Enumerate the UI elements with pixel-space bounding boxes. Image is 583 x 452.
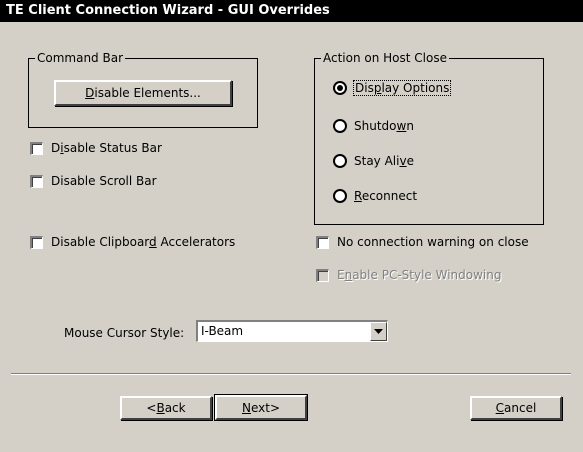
cancel-button[interactable]: Cancel	[470, 396, 562, 420]
radio-button-icon	[333, 119, 347, 133]
radio-reconnect-label: Reconnect	[354, 189, 418, 203]
disable-status-bar-checkbox[interactable]: Disable Status Bar	[30, 141, 162, 155]
next-button[interactable]: Next>	[214, 394, 308, 421]
disable-clipboard-accelerators-label: Disable Clipboard Accelerators	[51, 235, 236, 249]
radio-button-icon	[333, 154, 347, 168]
checkbox-box	[30, 141, 43, 155]
chevron-down-icon	[374, 329, 383, 334]
disable-elements-button[interactable]: Disable Elements...	[54, 80, 232, 106]
action-on-host-close-label: Action on Host Close	[321, 51, 449, 65]
no-connection-warning-checkbox[interactable]: No connection warning on close	[316, 235, 529, 249]
checkbox-box	[30, 235, 43, 249]
command-bar-label: Command Bar	[35, 51, 126, 65]
disable-scroll-bar-checkbox[interactable]: Disable Scroll Bar	[30, 174, 157, 188]
back-button[interactable]: < Back	[120, 396, 212, 420]
disable-clipboard-accelerators-checkbox[interactable]: Disable Clipboard Accelerators	[30, 235, 235, 249]
mouse-cursor-style-value: I-Beam	[201, 324, 244, 338]
radio-selected-dot	[337, 85, 343, 91]
radio-display-options-label: Display Options	[352, 80, 452, 96]
radio-button-icon	[333, 189, 347, 203]
radio-shutdown-label: Shutdown	[354, 119, 414, 133]
disable-scroll-bar-label: Disable Scroll Bar	[51, 174, 157, 188]
divider	[11, 373, 571, 375]
enable-pc-style-windowing-checkbox[interactable]: Enable PC-Style Windowing	[316, 268, 501, 282]
mouse-cursor-style-select[interactable]: I-Beam	[196, 320, 388, 342]
radio-shutdown[interactable]: Shutdown	[333, 119, 414, 133]
no-connection-warning-label: No connection warning on close	[337, 235, 529, 249]
mouse-cursor-style-label: Mouse Cursor Style:	[64, 326, 185, 340]
window-title: TE Client Connection Wizard - GUI Overri…	[0, 0, 583, 22]
radio-reconnect[interactable]: Reconnect	[333, 189, 417, 203]
checkbox-box	[316, 235, 329, 249]
checkbox-box	[316, 268, 329, 282]
disable-status-bar-label: Disable Status Bar	[51, 141, 162, 155]
radio-button-icon	[333, 81, 347, 95]
enable-pc-style-windowing-label: Enable PC-Style Windowing	[337, 268, 502, 282]
radio-display-options[interactable]: Display Options	[333, 80, 452, 96]
checkbox-box	[30, 174, 43, 188]
radio-stay-alive[interactable]: Stay Alive	[333, 154, 414, 168]
radio-stay-alive-label: Stay Alive	[354, 154, 414, 168]
dropdown-arrow-button[interactable]	[370, 322, 387, 341]
